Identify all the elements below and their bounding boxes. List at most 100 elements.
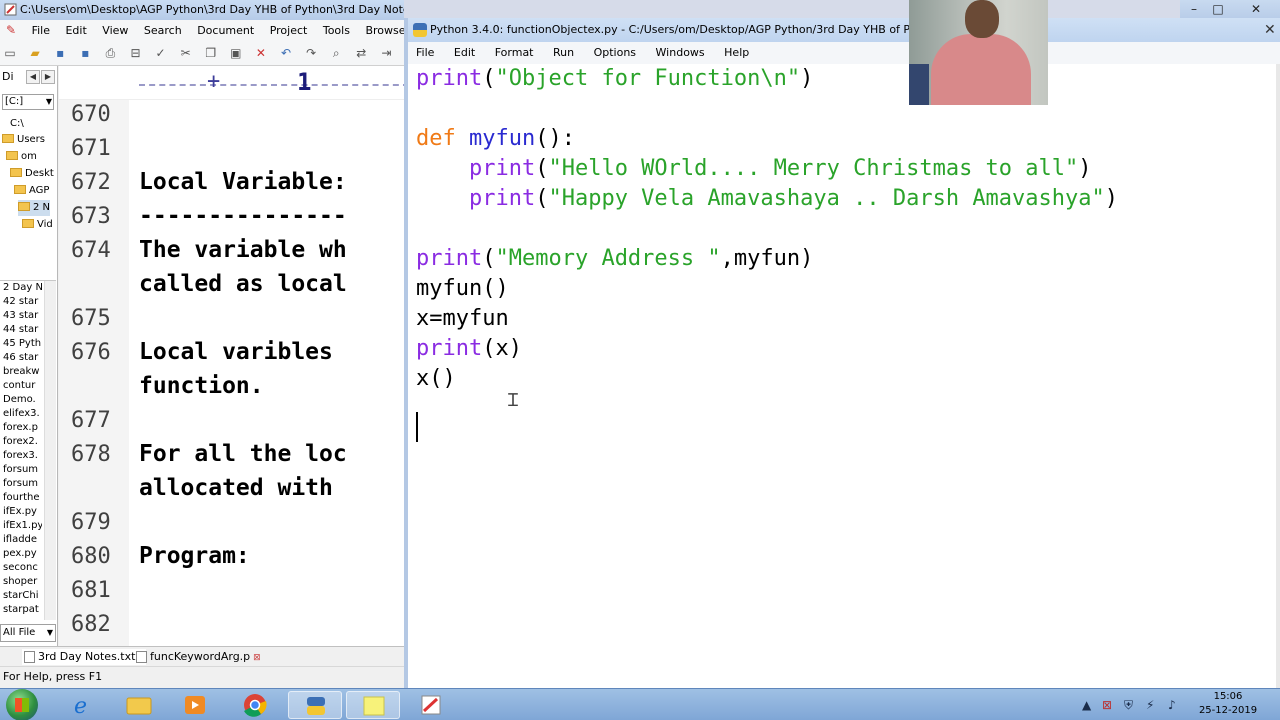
- idle-menu-windows[interactable]: Windows: [648, 42, 713, 64]
- volume-icon[interactable]: ♪: [1168, 698, 1176, 712]
- save-all-icon[interactable]: ▪: [77, 45, 93, 61]
- tree-item-selected[interactable]: 2 N: [18, 200, 51, 216]
- list-item[interactable]: starChi: [0, 589, 42, 603]
- tree-item[interactable]: Vid: [22, 217, 53, 233]
- network-error-icon[interactable]: ⊠: [1102, 698, 1112, 712]
- menu-tools[interactable]: Tools: [317, 21, 356, 40]
- idle-close-icon[interactable]: ✕: [1264, 22, 1276, 38]
- close-button[interactable]: ✕: [1246, 0, 1266, 18]
- menu-browser[interactable]: Browser: [359, 21, 404, 40]
- delete-icon[interactable]: ✕: [253, 45, 269, 61]
- media-player-icon[interactable]: [168, 691, 222, 719]
- list-item[interactable]: forex.p: [0, 421, 42, 435]
- new-file-icon[interactable]: ▭: [2, 45, 18, 61]
- list-item[interactable]: shoper: [0, 575, 42, 589]
- drive-select[interactable]: [C:] ▼: [2, 94, 54, 110]
- menu-view[interactable]: View: [96, 21, 134, 40]
- cut-icon[interactable]: ✂: [178, 45, 194, 61]
- editplus-editor[interactable]: + 1 670 671 672 Local Variable: 673 ----…: [59, 66, 404, 646]
- idle-menu-run[interactable]: Run: [545, 42, 582, 64]
- idle-menu-help[interactable]: Help: [716, 42, 757, 64]
- list-item[interactable]: 46 star: [0, 351, 42, 365]
- goto-icon[interactable]: ⇥: [378, 45, 394, 61]
- editplus-title-bar[interactable]: C:\Users\om\Desktop\AGP Python\3rd Day Y…: [0, 0, 404, 20]
- python-idle-icon[interactable]: [288, 691, 342, 719]
- maximize-button[interactable]: □: [1208, 0, 1228, 18]
- list-item[interactable]: ifEx1.py: [0, 519, 42, 533]
- editplus-menu-bar: ✎ File Edit View Search Document Project…: [0, 20, 404, 40]
- code-scrollbar[interactable]: [1276, 64, 1280, 688]
- list-item[interactable]: Demo.: [0, 393, 42, 407]
- copy-icon[interactable]: ❐: [203, 45, 219, 61]
- list-item[interactable]: seconc: [0, 561, 42, 575]
- spell-check-icon[interactable]: ✓: [153, 45, 169, 61]
- menu-search[interactable]: Search: [138, 21, 188, 40]
- menu-file[interactable]: File: [26, 21, 56, 40]
- menu-document[interactable]: Document: [191, 21, 260, 40]
- find-icon[interactable]: ⌕: [328, 45, 344, 61]
- show-hidden-icons-icon[interactable]: ▲: [1082, 698, 1091, 712]
- sticky-notes-icon[interactable]: [346, 691, 400, 719]
- menu-edit[interactable]: Edit: [59, 21, 92, 40]
- tree-item[interactable]: Deskt: [10, 166, 54, 182]
- list-item[interactable]: forex3.: [0, 449, 42, 463]
- tree-item[interactable]: om: [6, 149, 37, 165]
- chevron-down-icon: ▼: [45, 97, 52, 106]
- chrome-icon[interactable]: [228, 691, 282, 719]
- ruler: + 1: [59, 66, 404, 100]
- security-icon[interactable]: ⛨: [1124, 698, 1133, 713]
- close-icon[interactable]: ⊠: [253, 653, 261, 663]
- list-item[interactable]: 42 star: [0, 295, 42, 309]
- start-button[interactable]: [6, 689, 38, 720]
- list-item[interactable]: 45 Pyth: [0, 337, 42, 351]
- undo-icon[interactable]: ↶: [278, 45, 294, 61]
- list-item[interactable]: ifladde: [0, 533, 42, 547]
- file-filter-select[interactable]: All File ▼: [0, 624, 56, 642]
- code-editor[interactable]: print("Object for Function\n") def myfun…: [408, 64, 1280, 688]
- print-preview-icon[interactable]: ⊟: [127, 45, 143, 61]
- directory-tab[interactable]: Di: [2, 68, 26, 86]
- list-item[interactable]: ifEx.py: [0, 505, 42, 519]
- redo-icon[interactable]: ↷: [303, 45, 319, 61]
- system-clock[interactable]: 15:06 25-12-2019: [1196, 690, 1260, 718]
- tree-item[interactable]: Users: [2, 132, 45, 148]
- replace-icon[interactable]: ⇄: [353, 45, 369, 61]
- save-icon[interactable]: ▪: [52, 45, 68, 61]
- paste-icon[interactable]: ▣: [228, 45, 244, 61]
- file-explorer-icon[interactable]: [112, 691, 166, 719]
- open-folder-icon[interactable]: ▰: [27, 45, 43, 61]
- list-item[interactable]: 44 star: [0, 323, 42, 337]
- list-item[interactable]: forsum: [0, 477, 42, 491]
- print-icon[interactable]: ⎙: [102, 45, 118, 61]
- list-item[interactable]: contur: [0, 379, 42, 393]
- idle-menu-options[interactable]: Options: [586, 42, 644, 64]
- tab-3rd-day-notes[interactable]: 3rd Day Notes.txt⊠: [22, 649, 146, 665]
- idle-menu-edit[interactable]: Edit: [446, 42, 483, 64]
- minimize-button[interactable]: –: [1184, 0, 1204, 18]
- tree-item[interactable]: C:\: [10, 116, 24, 132]
- scroll-right-icon[interactable]: ▶: [41, 70, 55, 84]
- list-item[interactable]: forsum: [0, 463, 42, 477]
- list-item[interactable]: 2 Day N: [0, 281, 42, 295]
- list-item[interactable]: fourthe: [0, 491, 42, 505]
- list-item[interactable]: forex2.: [0, 435, 42, 449]
- list-item[interactable]: 43 star: [0, 309, 42, 323]
- list-item[interactable]: breakw: [0, 365, 42, 379]
- tab-func-keyword-arg[interactable]: funcKeywordArg.p ⊠: [134, 649, 261, 665]
- idle-menu-format[interactable]: Format: [487, 42, 542, 64]
- list-item[interactable]: pex.py: [0, 547, 42, 561]
- idle-menu-bar: File Edit Format Run Options Windows Hel…: [408, 42, 1280, 64]
- editplus-taskbar-icon[interactable]: [404, 691, 458, 719]
- tree-item[interactable]: AGP: [14, 183, 49, 199]
- scroll-left-icon[interactable]: ◀: [26, 70, 40, 84]
- power-icon[interactable]: ⚡: [1146, 698, 1154, 712]
- list-item[interactable]: elifex3.: [0, 407, 42, 421]
- menu-project[interactable]: Project: [264, 21, 314, 40]
- ruler-marker: 1: [297, 68, 312, 96]
- file-list-scrollbar[interactable]: [44, 281, 56, 620]
- document-tabs: 3rd Day Notes.txt⊠ funcKeywordArg.p⊠: [0, 646, 404, 666]
- list-item[interactable]: starpat: [0, 603, 42, 617]
- idle-menu-file[interactable]: File: [408, 42, 442, 64]
- internet-explorer-icon[interactable]: e: [56, 691, 110, 719]
- idle-title-bar[interactable]: Python 3.4.0: functionObjectex.py - C:/U…: [408, 18, 1280, 42]
